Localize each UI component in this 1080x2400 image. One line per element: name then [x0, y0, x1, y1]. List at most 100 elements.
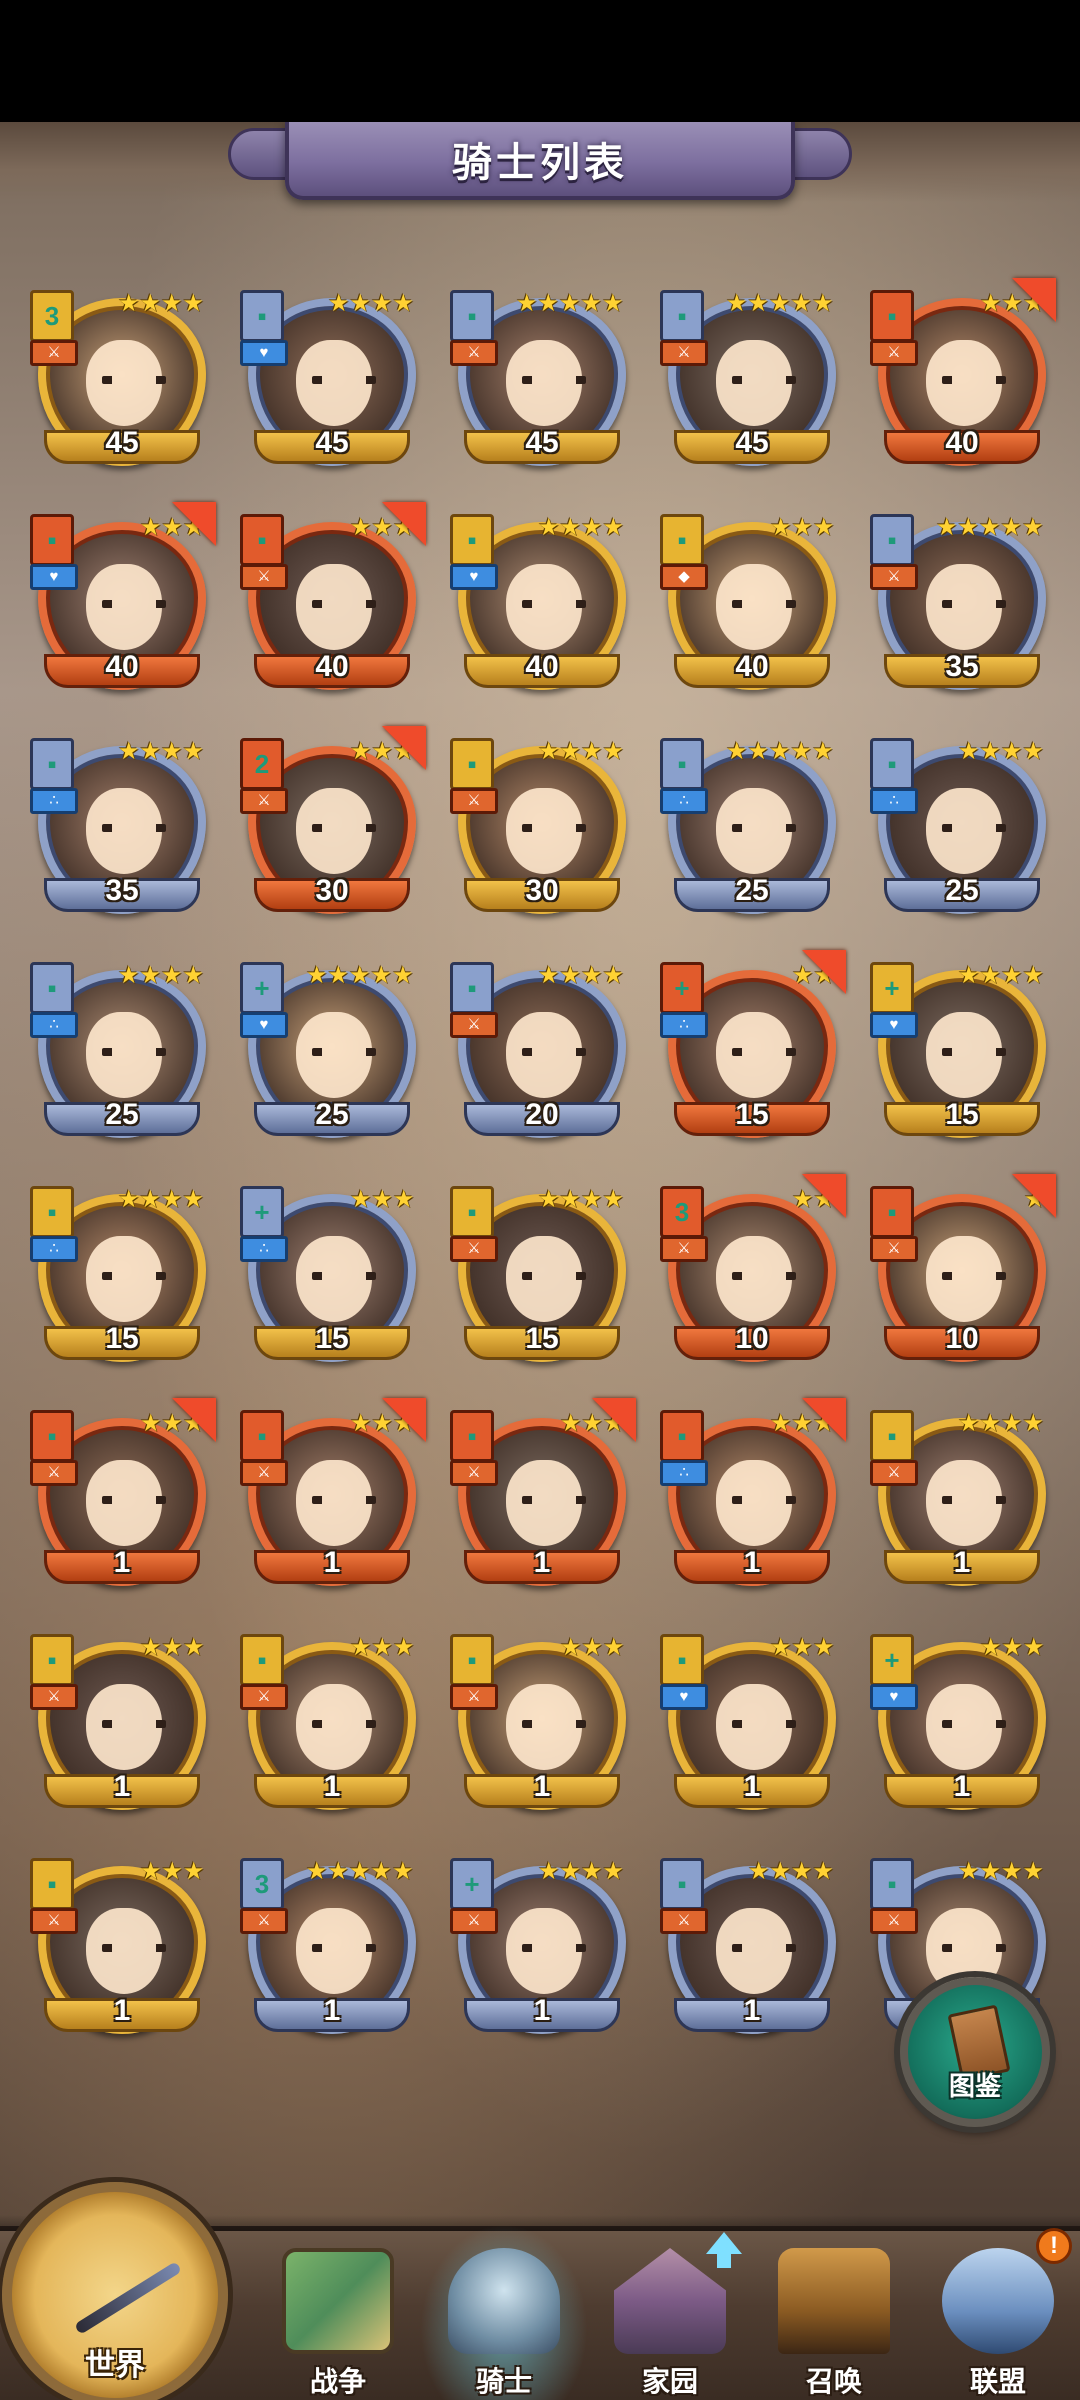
badge-glyph: ▪ — [47, 973, 57, 1003]
star-icon: ★ — [350, 514, 372, 541]
knight-card[interactable]: 40 ▪ ⚔ ★ ★ ★ — [240, 502, 426, 690]
knight-level: 35 — [945, 650, 979, 683]
star-icon: ★ — [139, 290, 162, 317]
star-icon: ★ — [812, 1858, 835, 1885]
knight-card[interactable]: 25 + ♥ ★ ★ ★ ★ ★ — [240, 962, 416, 1138]
upgrade-corner-icon — [172, 502, 216, 546]
knight-card[interactable]: 1 + ⚔ ★ ★ ★ ★ — [450, 1858, 626, 2034]
knight-card[interactable]: 45 ▪ ⚔ ★ ★ ★ ★ ★ — [450, 290, 626, 466]
sword-class-icon: ⚔ — [240, 1460, 288, 1486]
star-icon: ★ — [770, 514, 792, 541]
knight-card[interactable]: 1 3 ⚔ ★ ★ ★ ★ ★ — [240, 1858, 416, 2034]
nav-tab-war[interactable]: 战争 — [268, 2236, 408, 2400]
heart-class-icon: ♥ — [30, 564, 78, 590]
dots-class-icon: ∴ — [660, 1460, 708, 1486]
knight-card[interactable]: 20 ▪ ⚔ ★ ★ ★ ★ — [450, 962, 626, 1138]
star-icon: ★ — [747, 738, 770, 765]
knight-card[interactable]: 25 ▪ ∴ ★ ★ ★ ★ ★ — [660, 738, 836, 914]
element-badge-icon: ▪ — [450, 962, 494, 1014]
star-rating: ★ ★ ★ ★ ★ — [726, 740, 834, 764]
world-compass-button[interactable]: 世界 — [2, 2182, 228, 2400]
star-icon: ★ — [812, 290, 834, 317]
badge-glyph: ▪ — [47, 749, 57, 779]
sword-class-icon: ⚔ — [450, 1908, 498, 1934]
knight-card[interactable]: 25 ▪ ∴ ★ ★ ★ ★ — [870, 738, 1046, 914]
star-rating: ★ ★ ★ ★ ★ — [306, 964, 414, 988]
knight-card[interactable]: 1 ▪ ♥ ★ ★ ★ — [660, 1634, 836, 1810]
sword-class-icon: ⚔ — [870, 340, 918, 366]
knight-card[interactable]: 45 3 ⚔ ★ ★ ★ ★ — [30, 290, 206, 466]
star-icon: ★ — [183, 1634, 205, 1661]
knight-card[interactable]: 1 ▪ ⚔ ★ ★ ★ — [450, 1634, 626, 1810]
knight-card[interactable]: 15 + ♥ ★ ★ ★ ★ — [870, 962, 1046, 1138]
knight-level: 1 — [113, 1994, 131, 2027]
knight-card[interactable]: 1 ▪ ⚔ ★ ★ ★ — [30, 1634, 206, 1810]
badge-glyph: ▪ — [887, 301, 897, 331]
knight-card[interactable]: 1 + ♥ ★ ★ ★ — [870, 1634, 1046, 1810]
knight-card[interactable]: 15 + ∴ ★ ★ ★ — [240, 1186, 416, 1362]
knight-card[interactable]: 10 ▪ ⚔ ★ — [870, 1174, 1056, 1362]
knight-card[interactable]: 1 ▪ ⚔ ★ ★ ★ — [450, 1398, 636, 1586]
nav-tab-summon[interactable]: 召唤 — [764, 2236, 904, 2400]
knight-card[interactable]: 25 ▪ ∴ ★ ★ ★ ★ — [30, 962, 206, 1138]
star-rating: ★ ★ ★ ★ ★ — [936, 516, 1044, 540]
knight-card[interactable]: 15 ▪ ∴ ★ ★ ★ ★ — [30, 1186, 206, 1362]
sword-class-icon: ⚔ — [660, 340, 708, 366]
knight-card[interactable]: 40 ▪ ♥ ★ ★ ★ — [30, 502, 216, 690]
knight-card[interactable]: 30 ▪ ⚔ ★ ★ ★ ★ — [450, 738, 626, 914]
star-rating: ★ ★ ★ ★ — [538, 740, 624, 764]
knight-card[interactable]: 1 ▪ ⚔ ★ ★ ★ — [30, 1858, 206, 2034]
star-rating: ★ ★ ★ — [770, 516, 835, 540]
knight-level: 10 — [735, 1322, 769, 1355]
badge-glyph: ▪ — [677, 301, 687, 331]
star-icon: ★ — [392, 290, 415, 317]
star-icon: ★ — [980, 290, 1002, 317]
star-icon: ★ — [581, 962, 603, 989]
knight-card[interactable]: 40 ▪ ♥ ★ ★ ★ ★ — [450, 514, 626, 690]
knight-card[interactable]: 40 ▪ ◆ ★ ★ ★ — [660, 514, 836, 690]
star-icon: ★ — [581, 514, 603, 541]
knight-card[interactable]: 1 ▪ ⚔ ★ ★ ★ — [240, 1398, 426, 1586]
star-rating: ★ ★ ★ ★ — [538, 1860, 624, 1884]
badge-glyph: 2 — [254, 749, 270, 779]
codex-button[interactable]: 图鉴 — [900, 1977, 1050, 2127]
element-badge-icon: + — [870, 962, 914, 1014]
star-icon: ★ — [979, 1858, 1002, 1885]
star-rating: ★ ★ ★ — [770, 1636, 835, 1660]
star-icon: ★ — [350, 1634, 372, 1661]
knight-level: 1 — [113, 1770, 131, 1803]
sword-class-icon: ⚔ — [450, 1460, 498, 1486]
star-icon: ★ — [602, 738, 625, 765]
star-icon: ★ — [350, 738, 372, 765]
knight-card[interactable]: 15 ▪ ⚔ ★ ★ ★ ★ — [450, 1186, 626, 1362]
knight-card[interactable]: 1 ▪ ⚔ ★ ★ ★ — [240, 1634, 416, 1810]
knight-card[interactable]: 45 ▪ ♥ ★ ★ ★ ★ — [240, 290, 416, 466]
star-icon: ★ — [791, 1858, 813, 1885]
knight-card[interactable]: 1▪⚔★★★★ — [870, 1410, 1046, 1586]
star-icon: ★ — [769, 1858, 792, 1885]
nav-label-summon: 召唤 — [805, 2366, 862, 2397]
badge-glyph: ▪ — [257, 525, 267, 555]
knight-card[interactable]: 40 ▪ ⚔ ★ ★ ★ — [870, 278, 1056, 466]
knight-card[interactable]: 1 ▪ ⚔ ★ ★ ★ — [30, 1398, 216, 1586]
knight-level: 30 — [315, 874, 349, 907]
knight-card[interactable]: 1 ▪ ∴ ★ ★ ★ — [660, 1398, 846, 1586]
star-icon: ★ — [182, 738, 205, 765]
knight-card[interactable]: 35 ▪ ∴ ★ ★ ★ ★ — [30, 738, 206, 914]
knight-card[interactable]: 45 ▪ ⚔ ★ ★ ★ ★ ★ — [660, 290, 836, 466]
knight-card[interactable]: 35 ▪ ⚔ ★ ★ ★ ★ ★ — [870, 514, 1046, 690]
knight-card[interactable]: 10 3 ⚔ ★ ★ — [660, 1174, 846, 1362]
knight-card[interactable]: 1▪⚔★★★★ — [660, 1858, 836, 2034]
star-icon: ★ — [327, 1858, 350, 1885]
knight-level: 45 — [735, 426, 769, 459]
element-badge-icon: ▪ — [30, 514, 74, 566]
knight-card[interactable]: 15 + ∴ ★ ★ — [660, 950, 846, 1138]
nav-tab-knights[interactable]: 骑士 — [434, 2236, 574, 2400]
upgrade-corner-icon — [382, 726, 426, 770]
star-icon: ★ — [791, 514, 814, 541]
knight-card[interactable]: 30 2 ⚔ ★ ★ ★ — [240, 726, 426, 914]
star-rating: ★ ★ ★ — [140, 1860, 205, 1884]
star-rating: ★ ★ ★ ★ — [958, 1412, 1044, 1436]
star-icon: ★ — [349, 1858, 371, 1885]
star-rating: ★ ★ ★ — [140, 1636, 205, 1660]
